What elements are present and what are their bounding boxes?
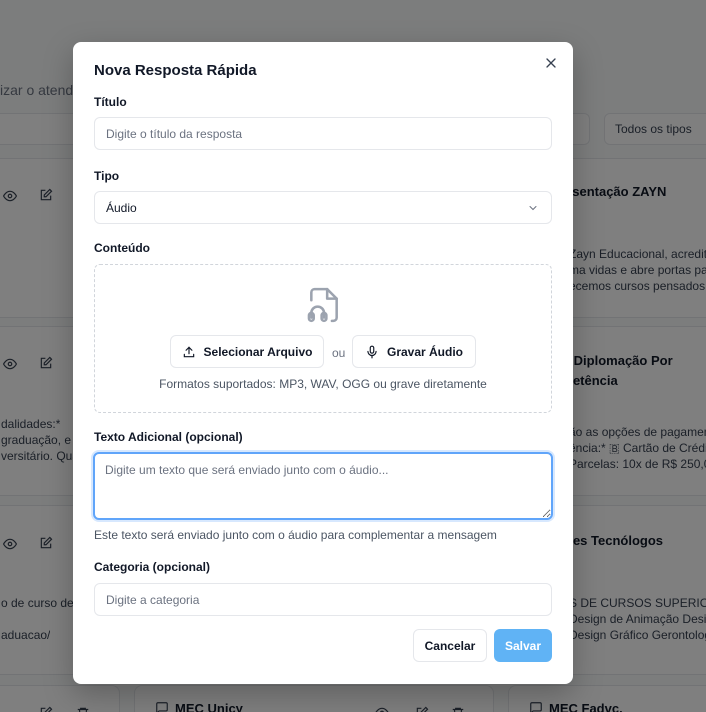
select-file-label: Selecionar Arquivo <box>203 344 313 359</box>
or-separator: ou <box>332 346 346 360</box>
dialog-title: Nova Resposta Rápida <box>94 62 257 79</box>
content-label: Conteúdo <box>94 241 150 255</box>
cancel-button[interactable]: Cancelar <box>413 629 487 662</box>
upload-icon <box>183 346 194 357</box>
quick-reply-dialog: Nova Resposta Rápida Título Tipo Áudio C… <box>73 42 573 684</box>
save-button[interactable]: Salvar <box>494 629 552 662</box>
chevron-down-icon <box>529 206 537 211</box>
type-select[interactable]: Áudio <box>94 191 552 224</box>
category-label: Categoria (opcional) <box>94 560 211 574</box>
file-audio-icon <box>307 287 338 323</box>
additional-text-label: Texto Adicional (opcional) <box>94 430 243 444</box>
close-icon[interactable] <box>543 55 559 71</box>
title-input[interactable] <box>94 117 552 150</box>
supported-formats-text: Formatos suportados: MP3, WAV, OGG ou gr… <box>159 377 487 391</box>
audio-dropzone[interactable]: Selecionar Arquivo ou Gravar Áudio Forma… <box>94 264 552 413</box>
type-label: Tipo <box>94 169 120 183</box>
microphone-icon <box>367 345 377 358</box>
select-file-button[interactable]: Selecionar Arquivo <box>170 335 324 368</box>
type-select-value: Áudio <box>106 201 137 215</box>
category-input[interactable] <box>94 583 552 616</box>
additional-text-helper: Este texto será enviado junto com o áudi… <box>94 528 497 542</box>
additional-text-input[interactable] <box>93 452 553 520</box>
record-audio-label: Gravar Áudio <box>386 344 464 359</box>
record-audio-button[interactable]: Gravar Áudio <box>352 335 476 368</box>
title-label: Título <box>94 95 127 109</box>
